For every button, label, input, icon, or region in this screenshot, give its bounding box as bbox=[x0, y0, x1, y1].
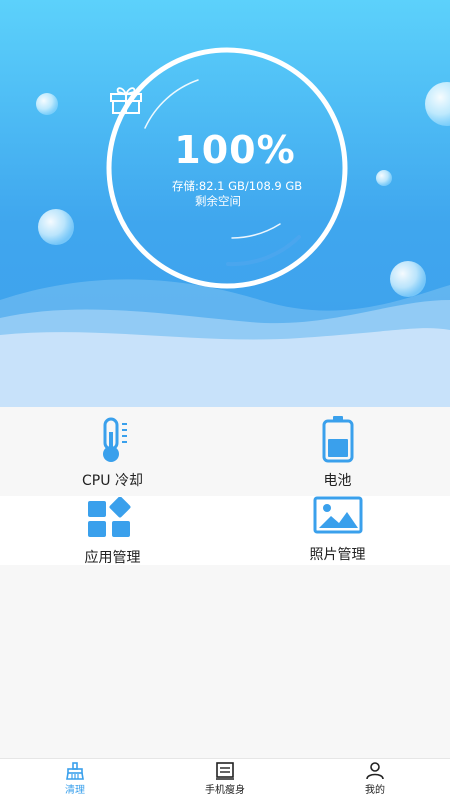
storage-percent: 100% bbox=[174, 128, 296, 172]
nav-item-clean[interactable]: 清理 bbox=[0, 759, 150, 801]
nav-label: 我的 bbox=[365, 785, 385, 796]
bubble-decoration bbox=[390, 261, 426, 297]
bottom-navigation: 清理 手机瘦身 我的 bbox=[0, 758, 450, 801]
nav-label: 清理 bbox=[65, 785, 85, 796]
tools-row: 应用管理 照片管理 bbox=[0, 496, 450, 566]
battery-icon bbox=[322, 415, 354, 467]
bubble-decoration bbox=[425, 82, 450, 126]
apps-grid-icon bbox=[86, 496, 136, 543]
storage-usage-text: 存储:82.1 GB/108.9 GB bbox=[172, 179, 303, 193]
tool-label: 电池 bbox=[323, 473, 352, 489]
tool-label: 应用管理 bbox=[84, 550, 141, 566]
remaining-space-label: 剩余空间 bbox=[195, 194, 241, 208]
bubble-decoration bbox=[36, 93, 58, 115]
app-management-tile[interactable]: 应用管理 bbox=[0, 496, 225, 566]
tool-label: 照片管理 bbox=[309, 547, 366, 563]
tool-label: CPU 冷却 bbox=[82, 473, 143, 489]
nav-item-mine[interactable]: 我的 bbox=[300, 759, 450, 801]
cpu-cooling-tile[interactable]: CPU 冷却 bbox=[0, 407, 225, 496]
thermometer-icon bbox=[96, 416, 130, 468]
bubble-decoration bbox=[38, 209, 74, 245]
tools-row: CPU 冷却 电池 bbox=[0, 407, 450, 496]
photo-icon bbox=[313, 496, 363, 538]
battery-tile[interactable]: 电池 bbox=[225, 407, 450, 496]
nav-label: 手机瘦身 bbox=[205, 785, 245, 796]
nav-item-phone-slim[interactable]: 手机瘦身 bbox=[150, 759, 300, 801]
storage-hero: 100% 存储:82.1 GB/108.9 GB 剩余空间 bbox=[0, 0, 450, 407]
storage-progress-arc bbox=[226, 235, 301, 267]
bubble-decoration bbox=[376, 170, 392, 186]
photo-management-tile[interactable]: 照片管理 bbox=[225, 496, 450, 565]
gift-icon[interactable] bbox=[108, 84, 144, 114]
